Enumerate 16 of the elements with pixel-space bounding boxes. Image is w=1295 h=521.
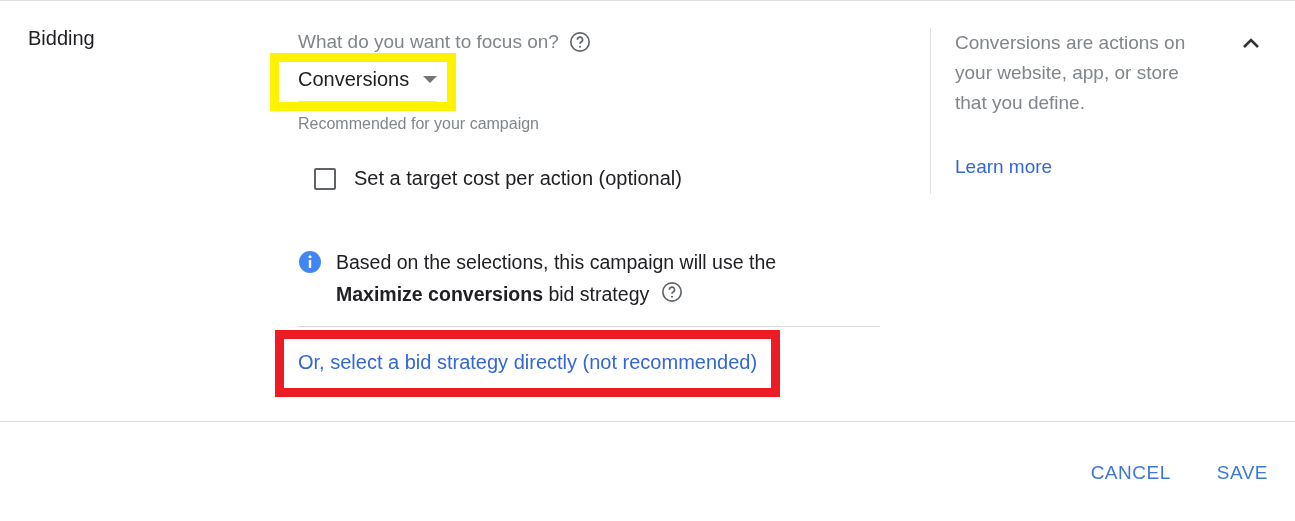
hint-text: Recommended for your campaign — [298, 115, 539, 133]
help-icon[interactable] — [568, 31, 591, 53]
info-text: Based on the selections, this campaign will use the Maximize conversions bid strategy — [336, 250, 778, 307]
question-label: What do you want to focus on? — [298, 31, 559, 53]
dropdown-caret-icon — [423, 75, 438, 84]
section-title: Bidding — [27, 26, 96, 51]
checkbox-label: Set a target cost per action (optional) — [354, 167, 682, 190]
help-text: Conversions are actions on your website, app, or store that you define. — [955, 31, 1187, 115]
focus-dropdown[interactable]: Conversions — [298, 62, 438, 102]
help-icon[interactable] — [661, 280, 684, 303]
save-button[interactable]: SAVE — [1216, 462, 1268, 484]
bid-strategy-link[interactable]: Or, select a bid strategy directly (not recommended) — [298, 350, 758, 373]
learn-more-link[interactable]: Learn more — [955, 156, 1053, 178]
checkbox[interactable] — [314, 167, 336, 190]
cancel-button[interactable]: CANCEL — [1090, 462, 1171, 484]
info-icon — [298, 250, 322, 274]
